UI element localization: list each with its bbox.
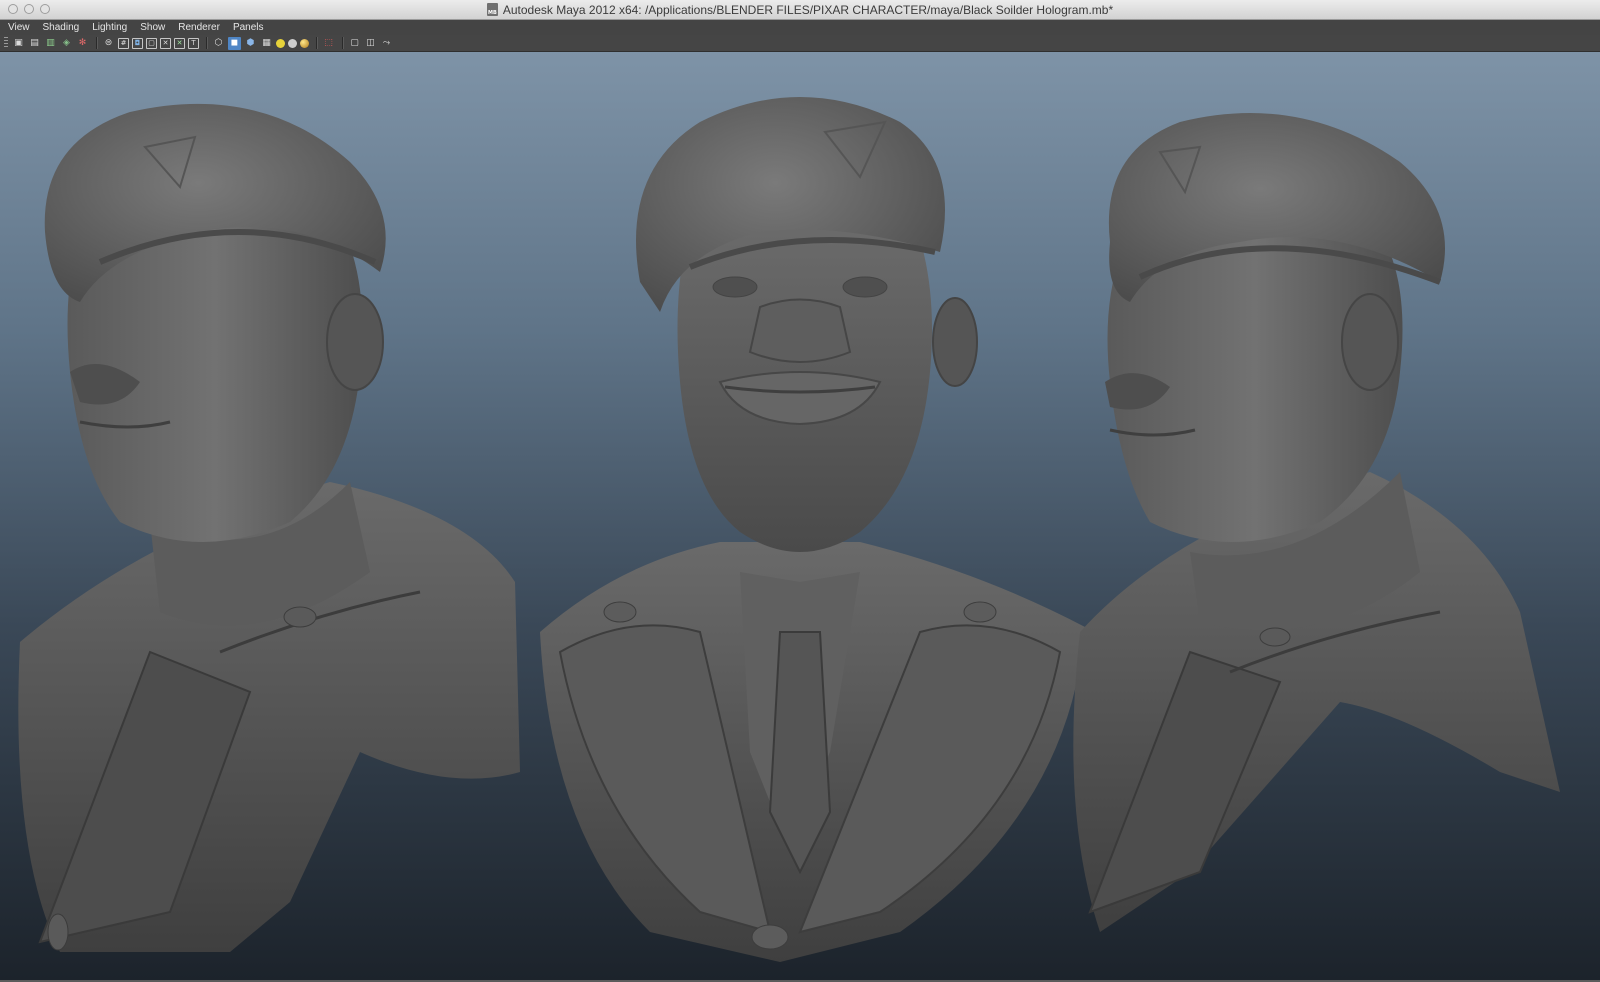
isolate-icon[interactable]: ✻ [76,37,89,50]
default-light-icon[interactable] [276,38,285,48]
toolbar-separator [206,37,208,49]
menu-renderer[interactable]: Renderer [178,22,220,33]
bookmark-icon[interactable]: ▥ [44,37,57,50]
menu-panels[interactable]: Panels [233,22,264,33]
smooth-shade-icon[interactable]: ◼ [228,36,241,50]
menu-shading[interactable]: Shading [43,22,80,33]
share-icon[interactable]: ⤳ [380,37,393,50]
menu-view[interactable]: View [8,22,30,33]
window-title: Autodesk Maya 2012 x64: /Applications/BL… [502,2,1114,17]
image-plane-icon[interactable]: ◈ [60,37,73,50]
document-icon: MB [486,3,498,16]
resolution-gate-icon[interactable]: ▢ [146,37,157,49]
toolbar-grip-icon[interactable] [4,37,8,49]
textured-icon[interactable]: ⬢ [244,37,257,50]
panel-toolbar: ▣ ▤ ▥ ◈ ✻ ⊜ # ◘ ▢ ✕ ✕ T ⬡ ◼ ⬢ ▦ ⬚ ▢ ◫ ⤳ [0,35,1600,52]
film-gate-icon[interactable]: ◘ [132,37,143,49]
field-chart-icon[interactable]: ✕ [160,37,171,49]
grid-icon[interactable]: # [118,37,129,49]
3d-viewport[interactable] [0,52,1600,980]
safe-title-icon[interactable]: T [188,37,199,49]
camera-attributes-icon[interactable]: ▤ [28,37,41,50]
maya-window: MB Autodesk Maya 2012 x64: /Applications… [0,0,1600,982]
window-title-area: MB Autodesk Maya 2012 x64: /Applications… [0,2,1600,17]
toolbar-separator [96,37,98,49]
bust-left-view[interactable] [18,103,520,952]
checker-icon[interactable]: ▦ [260,37,273,50]
toolbar-separator [342,37,344,49]
select-highlight-icon[interactable]: ⬚ [322,37,335,50]
single-pane-icon[interactable]: ▢ [348,37,361,50]
bust-right-view[interactable] [1073,113,1560,932]
menu-show[interactable]: Show [140,22,165,33]
shadows-icon[interactable] [300,38,309,48]
all-lights-icon[interactable] [288,38,297,48]
camera-icon[interactable]: ▣ [12,37,25,50]
toolbar-separator [316,37,318,49]
two-pane-icon[interactable]: ◫ [364,37,377,50]
wireframe-icon[interactable]: ⊜ [102,37,115,50]
menu-lighting[interactable]: Lighting [92,22,127,33]
bust-front-view[interactable] [540,97,1085,962]
safe-action-icon[interactable]: ✕ [174,37,185,49]
wireframe-shade-icon[interactable]: ⬡ [212,37,225,50]
viewport-scene [18,97,1560,962]
panel-menu-bar: View Shading Lighting Show Renderer Pane… [0,20,1600,35]
title-bar: MB Autodesk Maya 2012 x64: /Applications… [0,0,1600,20]
